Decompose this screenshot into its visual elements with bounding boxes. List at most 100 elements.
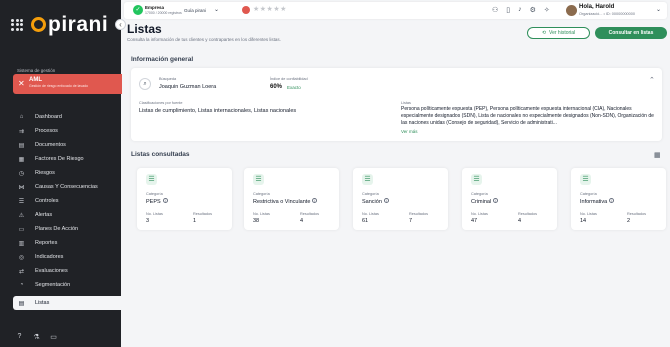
lab-icon[interactable]: ⚗: [32, 333, 41, 341]
user-menu-chevron-icon[interactable]: ⌄: [656, 6, 661, 13]
category-card[interactable]: ☰ Categoría Restrictiva o Vinculante i No. L…: [244, 168, 339, 230]
search-value: Joaquin Guzman Loera: [159, 84, 217, 90]
list-icon: ☰: [580, 174, 591, 185]
sidebar-item-label: Documentos: [35, 142, 66, 148]
lists-count: 3: [146, 218, 150, 224]
rating-stars[interactable]: ★★★★★: [253, 5, 287, 13]
indicators-icon: ◎: [18, 254, 25, 261]
topbar-actions: ⚇ ▯ ♪ ⚙ ✧: [492, 6, 550, 14]
category-value: PEPS: [146, 199, 161, 205]
user-organization: Organizació... • ID: 00000000000: [579, 12, 635, 16]
info-icon[interactable]: i: [609, 198, 615, 203]
page-subtitle: Consulta la información de tus clientes …: [127, 37, 281, 42]
sidebar-item-label: Causas Y Consecuencias: [35, 184, 98, 190]
rating-icon: [242, 6, 250, 14]
confidence-grade: Exacto: [287, 85, 301, 90]
management-subtitle: Gestión de riesgo enfocado de lavado: [29, 84, 88, 88]
classification-value: Listas de cumplimiento, Listas internaci…: [139, 108, 297, 114]
book-icon[interactable]: ▯: [506, 6, 510, 14]
billing-icon[interactable]: ▭: [49, 333, 58, 341]
info-icon[interactable]: i: [312, 198, 318, 203]
category-card[interactable]: ☰ Categoría Criminal i No. Listas Resultados 4…: [462, 168, 557, 230]
count-label: No. Listas: [471, 212, 488, 216]
risk-factors-icon: ▦: [18, 156, 25, 163]
lists-count: 47: [471, 218, 478, 224]
guide-dropdown[interactable]: Guía pirani: [184, 8, 206, 13]
sidebar-item-alerts[interactable]: ⚠ Alertas: [13, 208, 121, 222]
sidebar-item-label: Planes De Acción: [35, 226, 79, 232]
sidebar-item-evaluations[interactable]: ⇄ Evaluaciones: [13, 264, 121, 278]
category-name: Criminal i: [471, 198, 499, 205]
bell-icon[interactable]: ♪: [518, 6, 522, 14]
sidebar-item-processes[interactable]: ⇉ Procesos: [13, 124, 121, 138]
category-card[interactable]: ☰ Categoría Sanción i No. Listas Resultados 61…: [353, 168, 448, 230]
category-value: Informativa: [580, 199, 608, 205]
sidebar-item-segmentation[interactable]: ◔ Segmentación: [13, 278, 121, 292]
results-count: 2: [627, 218, 631, 224]
category-name: Informativa i: [580, 198, 615, 205]
management-system-selector[interactable]: ✕ AML Gestión de riesgo enfocado de lava…: [13, 74, 122, 94]
info-icon[interactable]: i: [383, 198, 389, 203]
view-history-button[interactable]: ⟲ Ver historial: [527, 27, 590, 39]
causes-icon: ⋈: [18, 184, 25, 191]
category-card[interactable]: ☰ Categoría Informativa i No. Listas Resultad…: [571, 168, 666, 230]
chevron-down-icon[interactable]: ⌄: [214, 6, 219, 13]
sidebar-item-dashboard[interactable]: ⌂ Dashboard: [13, 110, 121, 124]
sidebar-item-label: Segmentación: [35, 282, 71, 288]
query-lists-button[interactable]: Consultar en listas: [595, 27, 667, 39]
results-count: 1: [193, 218, 197, 224]
results-count: 4: [518, 218, 522, 224]
user-greeting[interactable]: Hola, Harold: [579, 4, 614, 10]
help-icon[interactable]: ?: [15, 333, 24, 341]
sidebar-item-action-plans[interactable]: ▭ Planes De Acción: [13, 222, 121, 236]
category-value: Criminal: [471, 199, 492, 205]
sidebar-item-risk-factors[interactable]: ▦ Factores De Riesgo: [13, 152, 121, 166]
sidebar-item-causes[interactable]: ⋈ Causas Y Consecuencias: [13, 180, 121, 194]
topbar: ✓ Empresa 17000 / 20000 registros Guía p…: [124, 2, 667, 19]
sidebar-item-controls[interactable]: ☰ Controles: [13, 194, 121, 208]
management-label: Sistema de gestión: [17, 68, 56, 73]
category-name: Restrictiva o Vinculante i: [253, 198, 318, 205]
general-info-title: Información general: [131, 56, 194, 63]
sidebar-item-label: Factores De Riesgo: [35, 156, 84, 162]
avatar[interactable]: [566, 5, 577, 16]
add-user-icon[interactable]: ⚇: [492, 6, 498, 14]
sidebar-item-label: Controles: [35, 198, 59, 204]
sidebar-item-risks[interactable]: ◷ Riesgos: [13, 166, 121, 180]
management-title: AML: [29, 77, 42, 83]
info-icon[interactable]: i: [493, 198, 499, 203]
list-icon: ☰: [471, 174, 482, 185]
grid-view-icon[interactable]: ▦: [654, 151, 661, 159]
category-label: Categoría: [580, 192, 597, 196]
list-icon: ☰: [146, 174, 157, 185]
sidebar-nav: ⌂ Dashboard ⇉ Procesos ▤ Documentos ▦ Factores …: [13, 110, 121, 310]
chevron-up-icon[interactable]: ⌃: [649, 76, 655, 84]
processes-icon: ⇉: [18, 128, 25, 135]
sidebar-item-indicators[interactable]: ◎ Indicadores: [13, 250, 121, 264]
company-name[interactable]: Empresa: [145, 5, 164, 10]
sidebar-item-documents[interactable]: ▤ Documentos: [13, 138, 121, 152]
sidebar-item-label: Listas: [35, 300, 50, 306]
lists-count: 14: [580, 218, 587, 224]
collapse-sidebar-button[interactable]: ‹: [115, 19, 126, 30]
sidebar-item-label: Alertas: [35, 212, 53, 218]
sidebar-item-label: Procesos: [35, 128, 58, 134]
category-label: Categoría: [253, 192, 270, 196]
results-label: Resultados: [409, 212, 428, 216]
see-more-link[interactable]: Ver más: [401, 129, 418, 134]
sidebar-item-label: Evaluaciones: [35, 268, 68, 274]
sidebar-item-reports[interactable]: ▥ Reportes: [13, 236, 121, 250]
results-label: Resultados: [300, 212, 319, 216]
info-icon[interactable]: i: [162, 198, 168, 203]
aml-icon: ✕: [18, 79, 25, 88]
gear-icon[interactable]: ⚙: [530, 6, 536, 14]
sidebar-item-lists[interactable]: ▤ Listas: [13, 296, 121, 310]
view-history-label: Ver historial: [549, 30, 576, 36]
results-count: 4: [300, 218, 304, 224]
magic-wand-icon[interactable]: ✧: [544, 6, 550, 14]
count-label: No. Listas: [146, 212, 163, 216]
category-label: Categoría: [146, 192, 163, 196]
apps-grid-icon[interactable]: [11, 18, 23, 31]
category-card[interactable]: ☰ Categoría PEPS i No. Listas Resultados 3 1: [137, 168, 232, 230]
lists-label: Listas: [401, 101, 411, 105]
